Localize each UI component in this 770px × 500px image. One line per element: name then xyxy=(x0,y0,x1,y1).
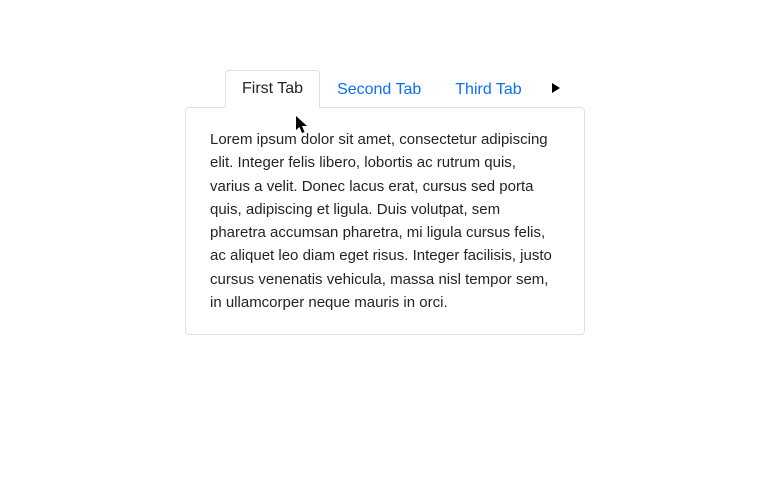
triangle-right-icon xyxy=(551,80,561,98)
scroll-right-button[interactable] xyxy=(551,80,561,98)
tabs-content: Lorem ipsum dolor sit amet, consectetur … xyxy=(185,107,585,335)
tab-third[interactable]: Third Tab xyxy=(438,71,538,108)
tabs-header: First Tab Second Tab Third Tab xyxy=(185,70,585,107)
tab-panel-first: Lorem ipsum dolor sit amet, consectetur … xyxy=(210,128,560,314)
tab-second[interactable]: Second Tab xyxy=(320,71,438,108)
tab-first[interactable]: First Tab xyxy=(225,70,320,108)
tabs-container: First Tab Second Tab Third Tab Lorem ips… xyxy=(185,70,585,335)
